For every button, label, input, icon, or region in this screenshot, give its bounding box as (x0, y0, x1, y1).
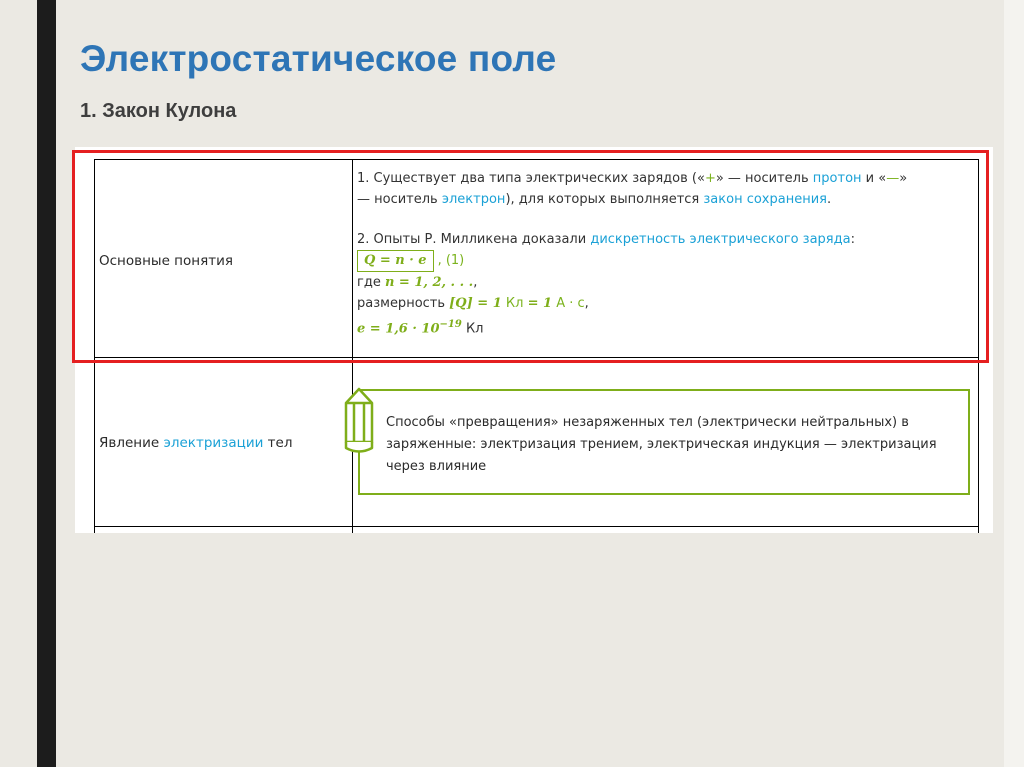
pencil-icon (344, 387, 374, 453)
slide-title: Электростатическое поле (80, 38, 557, 79)
definition-note-box: Способы «превращения» незаряженных тел (… (358, 389, 970, 495)
row-label-electrification: Явление электризации тел (99, 435, 292, 451)
slide: Электростатическое поле 1. Закон Кулона … (0, 0, 1024, 767)
row-label-text: Явление (99, 435, 164, 451)
link-electrification[interactable]: электризации (163, 435, 263, 451)
left-accent-bar (37, 0, 56, 767)
slide-subtitle: 1. Закон Кулона (80, 100, 237, 122)
right-margin-strip (1004, 0, 1024, 767)
note-text: Способы «превращения» незаряженных тел (… (386, 415, 937, 474)
red-highlight-frame (72, 150, 989, 363)
row-label-text: тел (263, 435, 293, 451)
table-row-divider (94, 526, 979, 527)
